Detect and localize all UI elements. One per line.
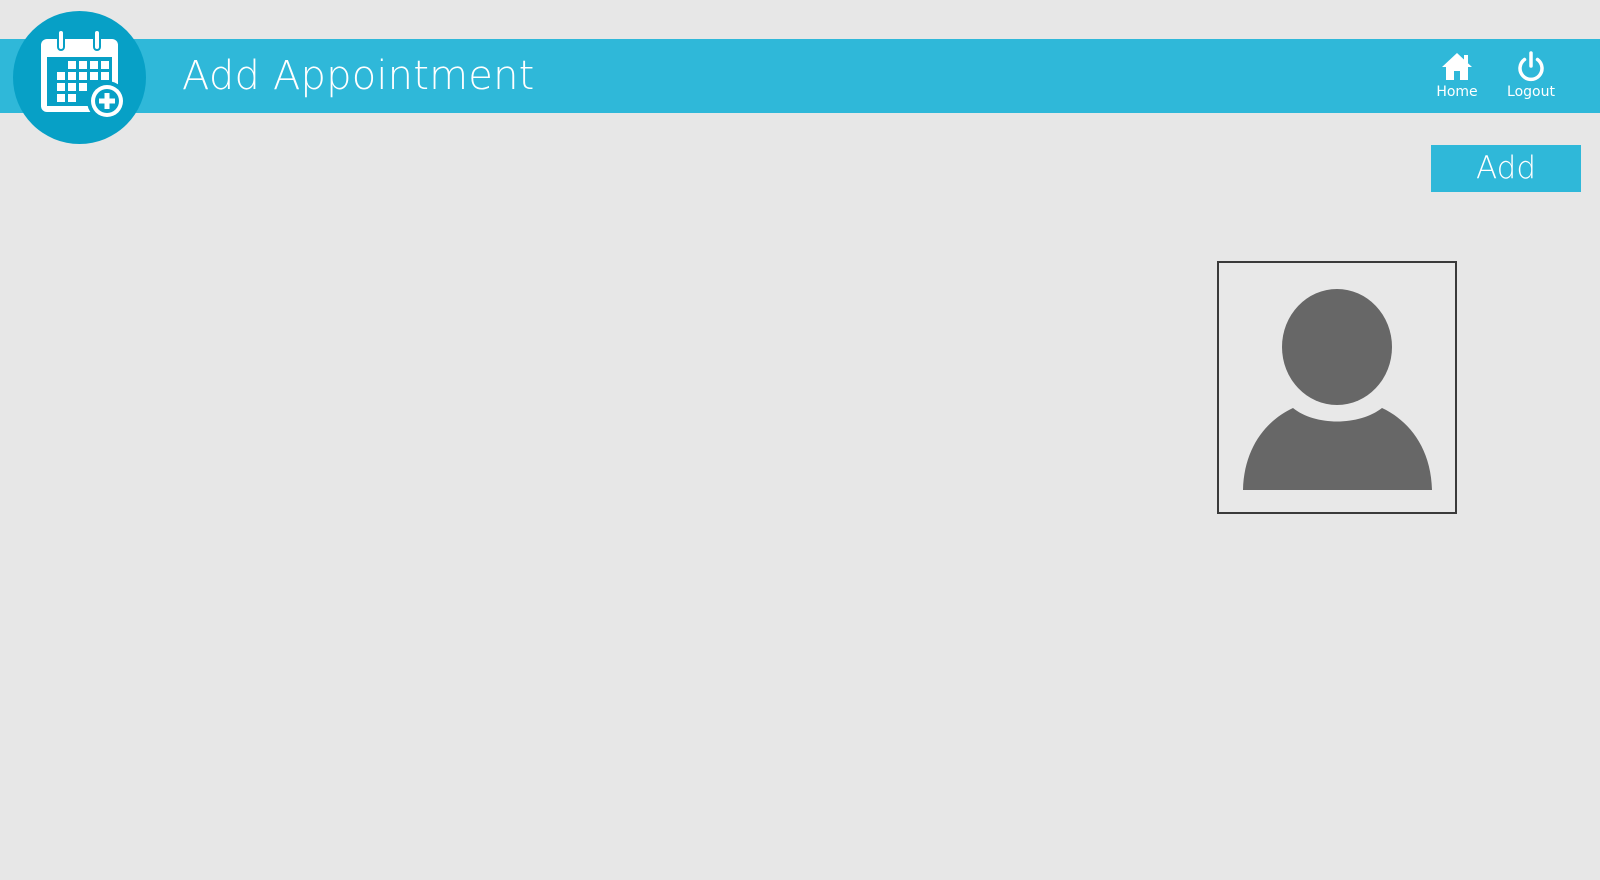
user-silhouette-icon [1243, 289, 1432, 490]
add-button[interactable]: Add [1431, 145, 1581, 192]
logout-label: Logout [1507, 84, 1555, 100]
logout-button[interactable]: Logout [1502, 50, 1560, 102]
home-button[interactable]: Home [1431, 50, 1483, 102]
calendar-add-icon [41, 29, 127, 121]
app-logo [13, 11, 146, 144]
home-label: Home [1436, 84, 1478, 100]
power-icon [1502, 50, 1560, 84]
page-title: Add Appointment [182, 53, 535, 99]
profile-photo[interactable] [1217, 261, 1457, 514]
home-icon [1431, 50, 1483, 84]
